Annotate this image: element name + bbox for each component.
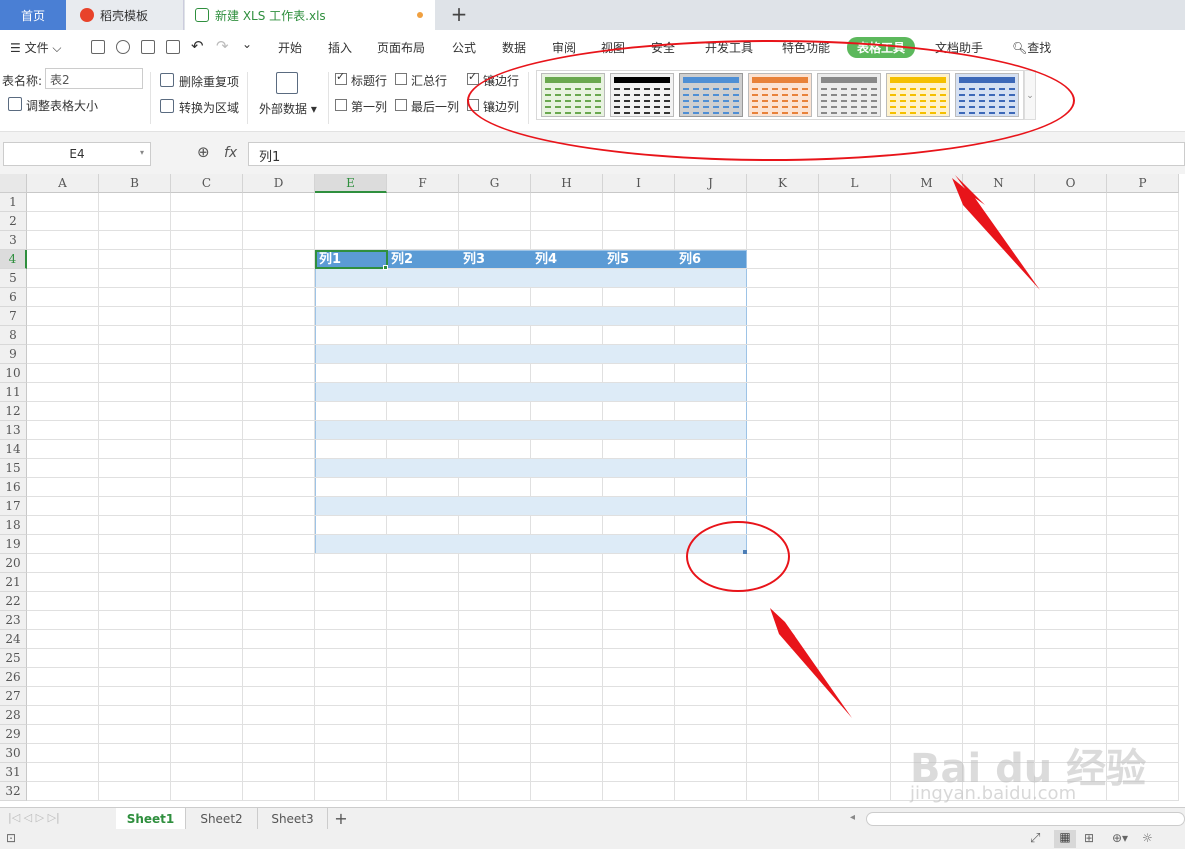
baidu-watermark-url: jingyan.baidu.com	[910, 783, 1077, 804]
red-arrow-top-head	[952, 178, 1040, 290]
annotation-arrows	[770, 175, 1040, 718]
red-arrow-bottom-head	[770, 608, 852, 718]
